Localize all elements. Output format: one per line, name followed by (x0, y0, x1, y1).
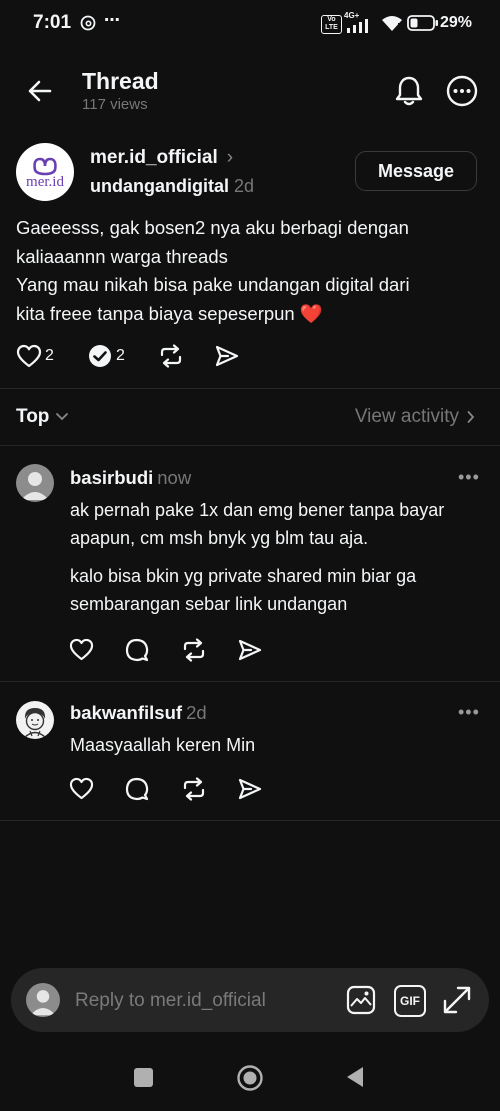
default-avatar-icon (30, 990, 56, 1016)
heart-icon (16, 344, 42, 368)
avatar[interactable] (16, 464, 54, 502)
reply-like-icon[interactable] (69, 777, 94, 800)
signal-icon (345, 19, 375, 33)
gif-label: GIF (400, 994, 420, 1008)
image-icon[interactable] (346, 985, 376, 1015)
reply-repost-icon[interactable] (182, 638, 206, 662)
repost-count: 2 (116, 347, 125, 364)
chevron-right-icon: › (226, 147, 234, 168)
volte-label: Vo LTE (325, 16, 338, 31)
threads-app-icon (80, 15, 96, 31)
my-avatar (26, 983, 60, 1017)
volte-badge: Vo LTE (321, 15, 342, 34)
reply-author[interactable]: bakwanfilsuf 2d (70, 702, 207, 724)
message-button[interactable]: Message (355, 151, 477, 191)
expand-icon[interactable] (442, 985, 472, 1015)
page-title: Thread (82, 68, 159, 94)
reply-repost-icon[interactable] (182, 777, 206, 801)
nav-back-icon[interactable] (345, 1066, 365, 1088)
sort-label: Top (16, 406, 50, 427)
recent-apps-icon[interactable] (134, 1068, 153, 1087)
reply-paragraph: Maasyaallah keren Min (70, 735, 256, 755)
reply-like-icon[interactable] (69, 638, 94, 661)
reply-share-icon[interactable] (238, 638, 262, 662)
mer-id-logo (33, 157, 57, 176)
share-icon[interactable] (215, 344, 239, 368)
reposted-button[interactable] (88, 344, 112, 368)
post-text: Gaeeesss, gak bosen2 nya aku berbagi den… (16, 214, 486, 328)
reply-time: now (157, 467, 192, 488)
bell-icon[interactable] (394, 75, 424, 107)
chevron-right-icon (467, 411, 475, 423)
repost-icon[interactable] (159, 344, 183, 368)
reply-author-name: bakwanfilsuf (70, 702, 183, 723)
back-arrow-icon[interactable] (26, 77, 54, 105)
reply-input[interactable]: Reply to mer.id_official (75, 990, 266, 1012)
battery-icon (407, 15, 439, 31)
view-activity-label: View activity (354, 406, 459, 427)
like-count: 2 (45, 347, 54, 364)
reply-paragraph: ak pernah pake 1x dan emg bener tanpa ba… (70, 500, 445, 548)
post-line: Gaeeesss, gak bosen2 nya aku berbagi den… (16, 217, 409, 238)
post-time: 2d (234, 176, 255, 196)
post-line: Yang mau nikah bisa pake undangan digita… (16, 274, 410, 295)
reply-comment-icon[interactable] (125, 638, 149, 662)
reply-more-icon[interactable]: ••• (458, 702, 480, 723)
reply-author[interactable]: basirbudi now (70, 467, 191, 489)
repost-check-icon (89, 345, 111, 367)
reply-time: 2d (186, 702, 207, 723)
battery-percent: 29% (439, 14, 472, 31)
divider (0, 681, 500, 682)
reply-share-icon[interactable] (238, 777, 262, 801)
cartoon-avatar-icon (23, 708, 47, 739)
logo-text: mer.id (26, 174, 64, 190)
divider (0, 445, 500, 446)
reply-more-icon[interactable]: ••• (458, 467, 480, 488)
reply-paragraph: kalo bisa bkin yg private shared min bia… (70, 566, 417, 614)
divider (0, 820, 500, 821)
author-name-text: mer.id_official (90, 147, 218, 168)
wifi-icon (381, 14, 403, 32)
view-count: 117 views (82, 96, 148, 113)
sort-dropdown[interactable]: Top (16, 406, 69, 428)
post-line: kaliaaannn warga threads (16, 245, 228, 267)
reply-text: ak pernah pake 1x dan emg bener tanpa ba… (70, 496, 480, 618)
reply-author-name: basirbudi (70, 467, 154, 488)
post-tag-text: undangandigital (90, 176, 229, 196)
author-name[interactable]: mer.id_official › (90, 147, 233, 169)
author-avatar[interactable]: mer.id (16, 143, 74, 201)
home-icon[interactable] (236, 1064, 264, 1092)
post-line: kita freee tanpa biaya sepeserpun ❤️ (16, 302, 323, 324)
status-time: 7:01 (33, 12, 72, 33)
more-circle-icon[interactable] (446, 75, 478, 107)
divider (0, 388, 500, 389)
reply-text: Maasyaallah keren Min (70, 731, 480, 759)
like-button[interactable] (16, 344, 42, 368)
post-tag[interactable]: undangandigital 2d (90, 176, 254, 197)
default-avatar-icon (21, 472, 49, 500)
gif-button[interactable]: GIF (394, 985, 426, 1017)
reply-comment-icon[interactable] (125, 777, 149, 801)
view-activity-link[interactable]: View activity (355, 406, 475, 428)
status-more-icon: ⋯ (104, 12, 120, 29)
avatar[interactable] (16, 701, 54, 739)
chevron-down-icon (56, 413, 69, 421)
